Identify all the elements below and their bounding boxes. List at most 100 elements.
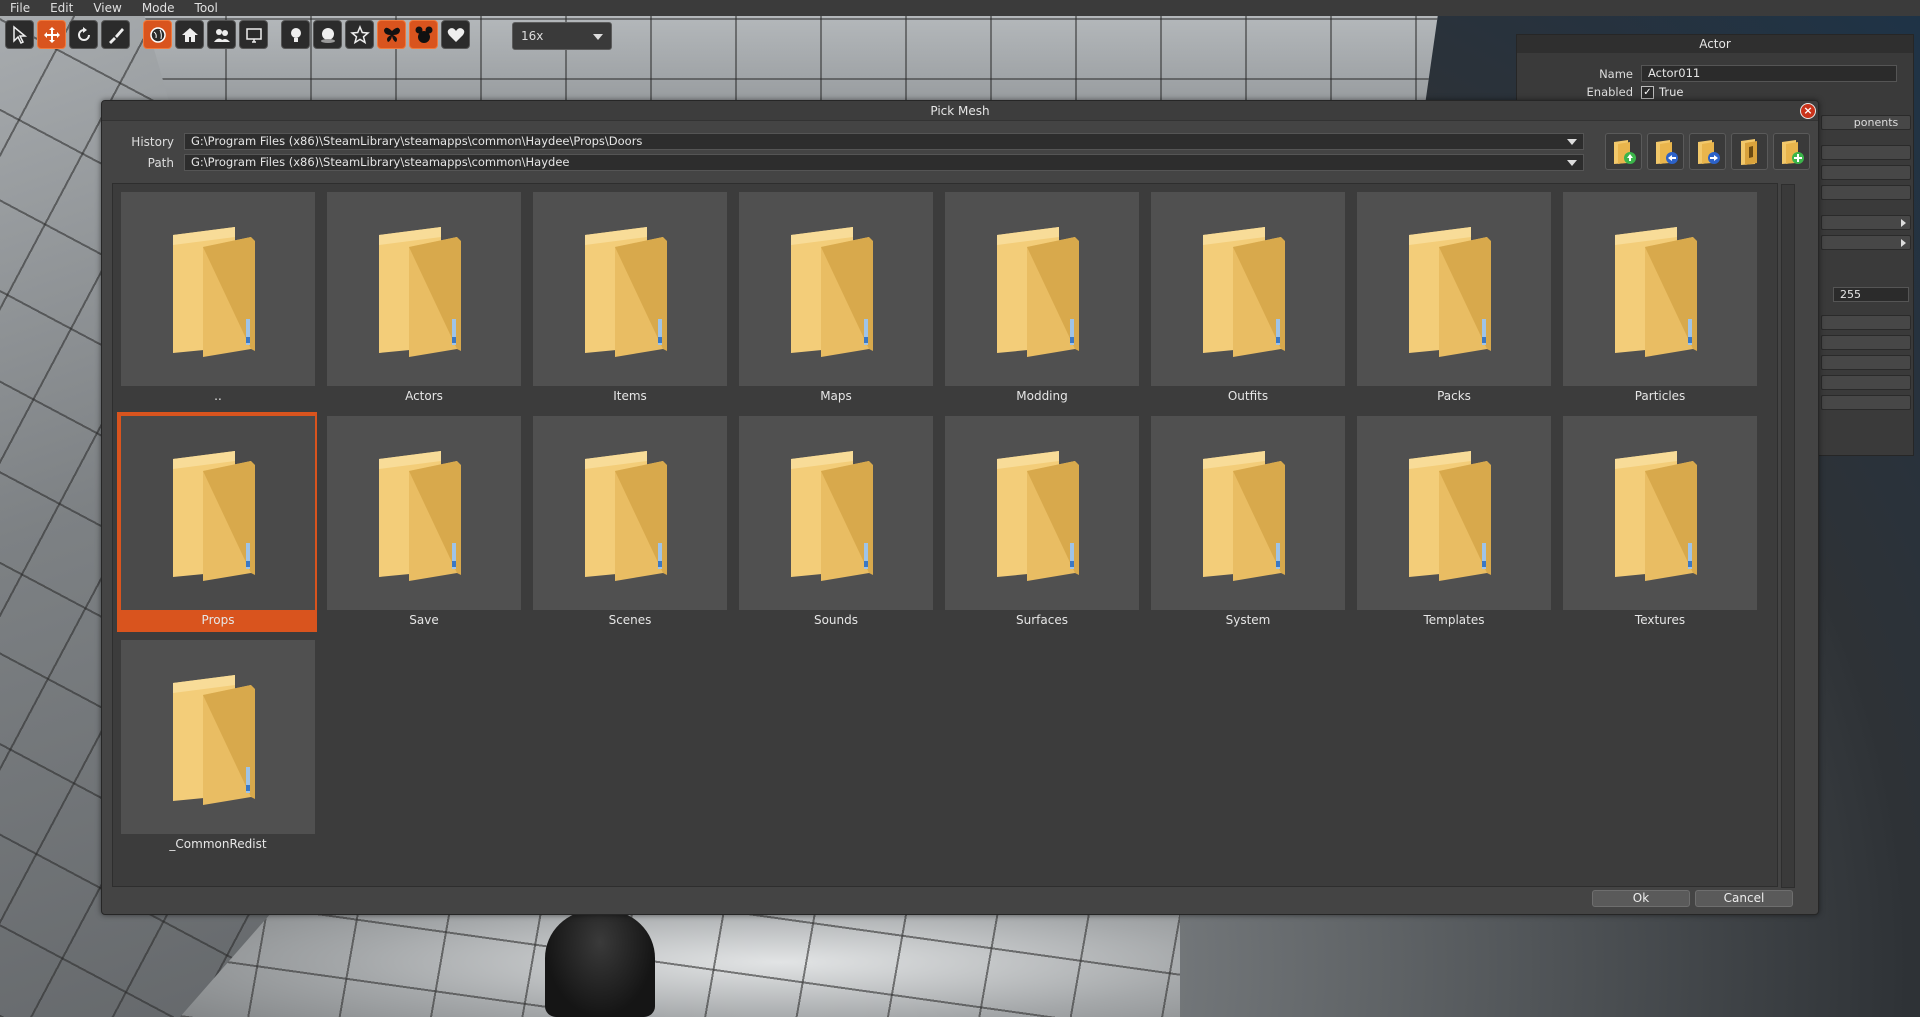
dialog-title: Pick Mesh [102, 101, 1818, 121]
menu-mode[interactable]: Mode [132, 0, 185, 16]
folder-icon [327, 416, 521, 610]
folder-tile[interactable]: Props [117, 412, 317, 632]
folder-tile[interactable]: Sounds [735, 412, 935, 632]
folder-icon [121, 416, 315, 610]
components-button[interactable]: ponents [1821, 115, 1911, 130]
menu-edit[interactable]: Edit [40, 0, 83, 16]
enabled-checkbox[interactable]: ✓ [1641, 85, 1654, 99]
folder-tile[interactable]: Textures [1559, 412, 1759, 632]
actor-field-8[interactable] [1821, 395, 1911, 410]
folder-tile[interactable]: Maps [735, 188, 935, 408]
folder-icon [121, 640, 315, 834]
actor-field-2[interactable] [1821, 165, 1911, 180]
path-row: Path G:\Program Files (x86)\SteamLibrary… [102, 154, 1584, 171]
heart-button[interactable] [441, 20, 470, 49]
folder-icon [533, 416, 727, 610]
folder-nav-buttons [1605, 133, 1810, 170]
light-button[interactable] [281, 20, 310, 49]
folder-tile[interactable]: Surfaces [941, 412, 1141, 632]
folder-tile[interactable]: _CommonRedist [117, 636, 317, 856]
rotate-tool-button[interactable] [69, 20, 98, 49]
menu-tool[interactable]: Tool [185, 0, 228, 16]
enabled-value: True [1659, 85, 1684, 99]
folder-label: Save [409, 613, 439, 627]
path-label: Path [147, 155, 174, 170]
actor-name-row: Name Actor011 [1517, 65, 1897, 82]
folder-tile[interactable]: Actors [323, 188, 523, 408]
history-label: History [131, 134, 174, 149]
folder-browser: .. Actors Items Maps Modding Outfits Packs Part… [112, 183, 1795, 888]
actor-expand-2[interactable] [1821, 235, 1911, 250]
monitor-button[interactable] [239, 20, 268, 49]
users-button[interactable] [207, 20, 236, 49]
actor-expand-1[interactable] [1821, 215, 1911, 230]
folder-tile[interactable]: Save [323, 412, 523, 632]
actor-name-field[interactable]: Actor011 [1641, 65, 1897, 82]
folder-tile[interactable]: Templates [1353, 412, 1553, 632]
menu-file[interactable]: File [0, 0, 40, 16]
sphere-button[interactable] [313, 20, 342, 49]
actor-field-1[interactable] [1821, 145, 1911, 160]
folder-tile[interactable]: Outfits [1147, 188, 1347, 408]
vertical-scrollbar[interactable] [1781, 184, 1795, 888]
actor-panel-title: Actor [1517, 35, 1913, 53]
close-icon[interactable]: × [1800, 103, 1816, 119]
globe-button[interactable] [143, 20, 172, 49]
alpha-value-field[interactable]: 255 [1833, 287, 1909, 302]
actor-field-7[interactable] [1821, 375, 1911, 390]
butterfly-button[interactable] [377, 20, 406, 49]
history-dropdown[interactable]: G:\Program Files (x86)\SteamLibrary\stea… [184, 133, 1584, 150]
folder-back-button[interactable] [1647, 133, 1684, 170]
actor-field-5[interactable] [1821, 335, 1911, 350]
heart-icon [447, 27, 464, 42]
folder-tile[interactable]: Particles [1559, 188, 1759, 408]
folder-new-button[interactable] [1773, 133, 1810, 170]
chevron-right-icon [1901, 239, 1906, 247]
actor-field-6[interactable] [1821, 355, 1911, 370]
folder-open-button[interactable] [1731, 133, 1768, 170]
star-icon [349, 24, 370, 44]
butterfly-icon [383, 27, 400, 42]
folder-forward-icon [1697, 139, 1720, 164]
folder-label: Maps [820, 389, 852, 403]
move-tool-button[interactable] [37, 20, 66, 49]
actor-field-4[interactable] [1821, 315, 1911, 330]
folder-icon [1563, 416, 1757, 610]
mouse-button[interactable] [409, 20, 438, 49]
folder-tile[interactable]: Modding [941, 188, 1141, 408]
folder-icon [1357, 416, 1551, 610]
brush-tool-button[interactable] [101, 20, 130, 49]
actor-enabled-label: Enabled [1586, 85, 1633, 99]
folder-up-button[interactable] [1605, 133, 1642, 170]
folder-label: Actors [405, 389, 443, 403]
ok-button[interactable]: Ok [1592, 890, 1690, 907]
chevron-right-icon [1901, 219, 1906, 227]
menu-view[interactable]: View [83, 0, 131, 16]
folder-tile[interactable]: Items [529, 188, 729, 408]
select-tool-button[interactable] [5, 20, 34, 49]
folder-tile[interactable]: Packs [1353, 188, 1553, 408]
history-row: History G:\Program Files (x86)\SteamLibr… [102, 133, 1584, 150]
folder-tile[interactable]: .. [117, 188, 317, 408]
rotate-icon [77, 26, 90, 41]
folder-icon [327, 192, 521, 386]
lightbulb-icon [290, 27, 301, 42]
cancel-button[interactable]: Cancel [1695, 890, 1793, 907]
path-dropdown[interactable]: G:\Program Files (x86)\SteamLibrary\stea… [184, 154, 1584, 171]
folder-forward-button[interactable] [1689, 133, 1726, 170]
actor-field-3[interactable] [1821, 185, 1911, 200]
folder-open-icon [1740, 138, 1757, 165]
path-value: G:\Program Files (x86)\SteamLibrary\stea… [191, 155, 570, 169]
folder-icon [945, 192, 1139, 386]
folder-icon [1563, 192, 1757, 386]
home-button[interactable] [175, 20, 204, 49]
folder-back-icon [1655, 139, 1678, 164]
folder-label: System [1225, 613, 1271, 627]
actor-enabled-row: Enabled ✓ True [1517, 85, 1684, 99]
star-button[interactable] [345, 20, 374, 49]
folder-tile[interactable]: Scenes [529, 412, 729, 632]
components-label: ponents [1853, 116, 1899, 129]
folder-tile[interactable]: System [1147, 412, 1347, 632]
users-icon [213, 28, 230, 42]
zoom-dropdown[interactable]: 16x [512, 22, 612, 50]
